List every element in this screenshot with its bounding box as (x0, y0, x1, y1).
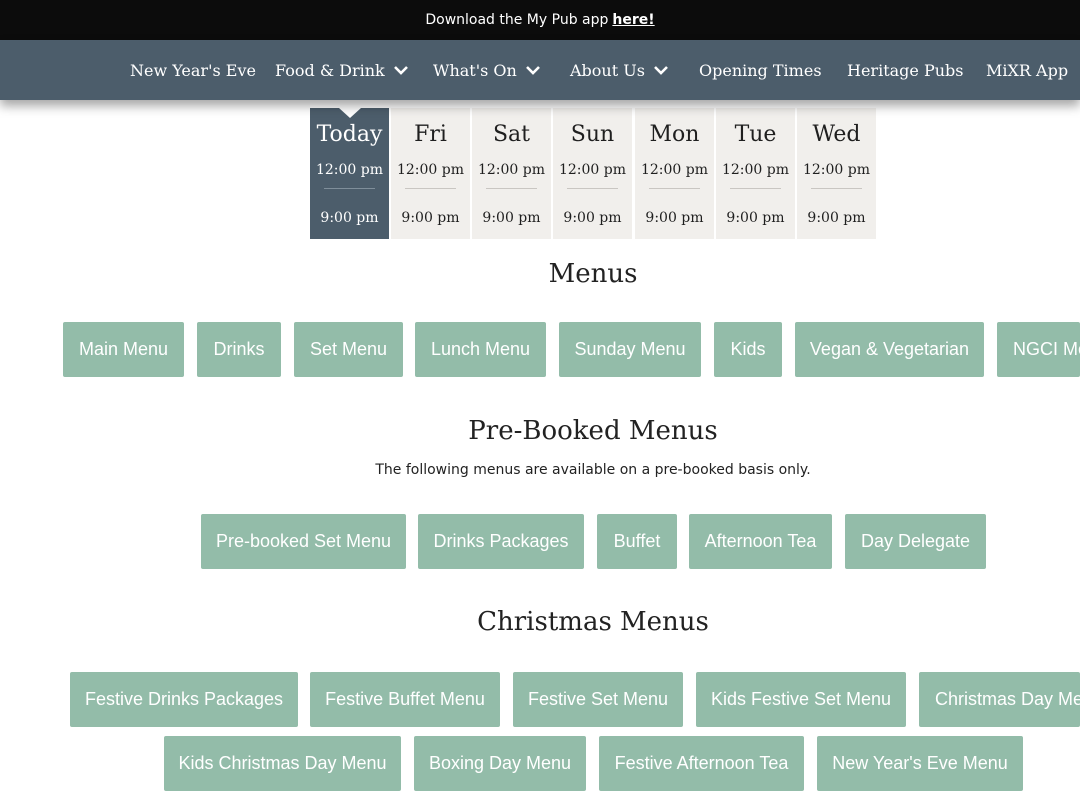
day-name: Fri (414, 122, 447, 147)
day-name: Sun (570, 122, 615, 147)
chevron-down-icon (525, 64, 541, 76)
day-fri[interactable]: Fri 12:00 pm 9:00 pm (391, 108, 470, 239)
time-divider (486, 188, 537, 189)
afternoon-tea-button[interactable]: Afternoon Tea (689, 514, 832, 569)
closing-time: 9:00 pm (482, 210, 541, 226)
closing-time: 9:00 pm (401, 210, 460, 226)
festive-drinks-packages-button[interactable]: Festive Drinks Packages (70, 672, 298, 727)
day-wed[interactable]: Wed 12:00 pm 9:00 pm (797, 108, 876, 239)
day-sun[interactable]: Sun 12:00 pm 9:00 pm (553, 108, 632, 239)
festive-afternoon-tea-button[interactable]: Festive Afternoon Tea (599, 736, 804, 791)
nav-item-label: New Year's Eve (130, 60, 256, 80)
buffet-button[interactable]: Buffet (597, 514, 677, 569)
closing-time: 9:00 pm (726, 210, 785, 226)
nav-item-food-drink[interactable]: Food & Drink (275, 40, 409, 100)
menus-heading: Menus (548, 259, 638, 289)
nav-item-label: Opening Times (699, 60, 822, 80)
closing-time: 9:00 pm (320, 210, 379, 226)
time-divider (811, 188, 862, 189)
sunday-menu-button[interactable]: Sunday Menu (559, 322, 701, 377)
closing-time: 9:00 pm (645, 210, 704, 226)
prebooked-subtitle: The following menus are available on a p… (375, 462, 811, 478)
time-divider (649, 188, 700, 189)
kids-christmas-day-menu-button[interactable]: Kids Christmas Day Menu (164, 736, 401, 791)
opening-time: 12:00 pm (396, 162, 465, 178)
closing-time: 9:00 pm (563, 210, 622, 226)
nav-item-new-years-eve[interactable]: New Year's Eve (130, 40, 256, 100)
boxing-day-menu-button[interactable]: Boxing Day Menu (414, 736, 586, 791)
chevron-down-icon (393, 64, 409, 76)
time-divider (405, 188, 456, 189)
nav-item-label: About Us (570, 60, 645, 80)
lunch-menu-button[interactable]: Lunch Menu (415, 322, 546, 377)
opening-time: 12:00 pm (721, 162, 790, 178)
christmas-heading: Christmas Menus (477, 607, 709, 637)
app-download-link[interactable]: here! (612, 12, 654, 28)
day-name: Today (316, 122, 383, 147)
nav-item-label: What's On (433, 60, 517, 80)
app-download-text: Download the My Pub app (425, 12, 609, 28)
nav-item-label: Food & Drink (275, 60, 385, 80)
nav-item-whats-on[interactable]: What's On (433, 40, 541, 100)
time-divider (567, 188, 618, 189)
nav-item-about-us[interactable]: About Us (570, 40, 669, 100)
day-tue[interactable]: Tue 12:00 pm 9:00 pm (716, 108, 795, 239)
day-name: Wed (812, 122, 861, 147)
chevron-down-icon (653, 64, 669, 76)
christmas-day-menu-button[interactable]: Christmas Day Me (919, 672, 1080, 727)
drinks-packages-button[interactable]: Drinks Packages (418, 514, 584, 569)
opening-time: 12:00 pm (640, 162, 709, 178)
day-delegate-button[interactable]: Day Delegate (845, 514, 986, 569)
ngci-menu-button[interactable]: NGCI Me (997, 322, 1080, 377)
selected-day-pointer (339, 108, 361, 118)
main-menu-button[interactable]: Main Menu (63, 322, 184, 377)
prebooked-set-menu-button[interactable]: Pre-booked Set Menu (201, 514, 406, 569)
closing-time: 9:00 pm (807, 210, 866, 226)
app-download-banner: Download the My Pub app here! (0, 0, 1080, 40)
opening-time: 12:00 pm (558, 162, 627, 178)
kids-menu-button[interactable]: Kids (714, 322, 782, 377)
nav-item-mixr-app[interactable]: MiXR App (986, 40, 1068, 100)
day-name: Sat (492, 122, 531, 147)
day-mon[interactable]: Mon 12:00 pm 9:00 pm (635, 108, 714, 239)
opening-time: 12:00 pm (315, 162, 384, 178)
opening-time: 12:00 pm (802, 162, 871, 178)
festive-buffet-menu-button[interactable]: Festive Buffet Menu (310, 672, 500, 727)
festive-set-menu-button[interactable]: Festive Set Menu (513, 672, 683, 727)
kids-festive-set-menu-button[interactable]: Kids Festive Set Menu (696, 672, 906, 727)
day-sat[interactable]: Sat 12:00 pm 9:00 pm (472, 108, 551, 239)
prebooked-heading: Pre-Booked Menus (468, 416, 718, 446)
day-today[interactable]: Today 12:00 pm 9:00 pm (310, 108, 389, 239)
day-name: Mon (649, 122, 700, 147)
new-years-eve-menu-button[interactable]: New Year's Eve Menu (817, 736, 1023, 791)
nav-item-opening-times[interactable]: Opening Times (699, 40, 822, 100)
nav-item-label: MiXR App (986, 60, 1069, 80)
drinks-button[interactable]: Drinks (197, 322, 281, 377)
time-divider (730, 188, 781, 189)
nav-item-heritage-pubs[interactable]: Heritage Pubs (847, 40, 963, 100)
nav-item-label: Heritage Pubs (847, 60, 964, 80)
main-navigation: New Year's Eve Food & Drink What's On Ab… (0, 40, 1080, 100)
time-divider (324, 188, 375, 189)
vegan-vegetarian-button[interactable]: Vegan & Vegetarian (795, 322, 984, 377)
opening-time: 12:00 pm (477, 162, 546, 178)
set-menu-button[interactable]: Set Menu (294, 322, 403, 377)
day-name: Tue (734, 122, 777, 147)
